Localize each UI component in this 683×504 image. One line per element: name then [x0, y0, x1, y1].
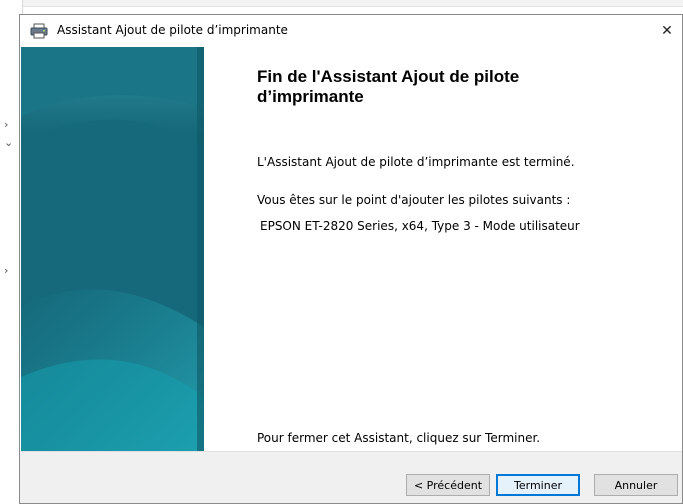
banner-graphic [21, 47, 204, 451]
driver-list-item: EPSON ET-2820 Series, x64, Type 3 - Mode… [260, 219, 580, 233]
drivers-intro: Vous êtes sur le point d'ajouter les pil… [257, 193, 571, 207]
close-icon: ✕ [661, 23, 673, 39]
close-instruction: Pour fermer cet Assistant, cliquez sur T… [257, 431, 541, 445]
window-title: Assistant Ajout de pilote d’imprimante [57, 23, 288, 37]
background-window-edge [0, 0, 683, 7]
chevron-right-icon[interactable]: › [4, 118, 8, 131]
finish-button[interactable]: Terminer [496, 474, 580, 496]
button-bar: < Précédent Terminer Annuler [20, 451, 682, 503]
chevron-right-icon[interactable]: › [4, 264, 8, 277]
title-bar: Assistant Ajout de pilote d’imprimante ✕ [20, 15, 682, 47]
close-button[interactable]: ✕ [652, 15, 682, 47]
previous-button[interactable]: < Précédent [406, 474, 490, 496]
cancel-button[interactable]: Annuler [594, 474, 678, 496]
chevron-down-icon[interactable]: ⌄ [4, 136, 13, 149]
printer-icon [30, 23, 48, 39]
page-title: Fin de l'Assistant Ajout de pilote d’imp… [257, 67, 520, 106]
wizard-side-banner [21, 47, 204, 451]
completion-message: L'Assistant Ajout de pilote d’imprimante… [257, 155, 575, 169]
wizard-dialog: Assistant Ajout de pilote d’imprimante ✕ [19, 14, 683, 504]
wizard-content: Fin de l'Assistant Ajout de pilote d’imp… [204, 47, 682, 451]
